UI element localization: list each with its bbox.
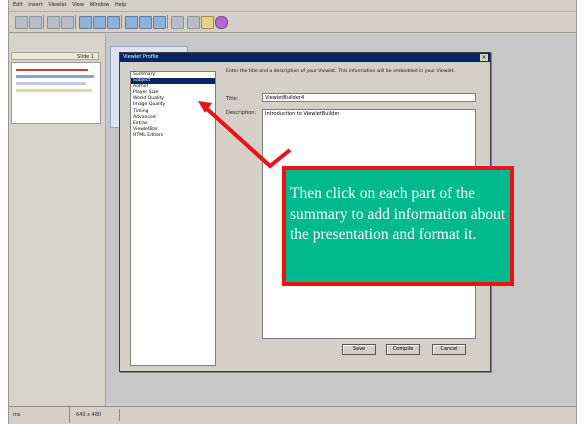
instruction-callout: Then click on each part of the summary t… (282, 166, 514, 286)
